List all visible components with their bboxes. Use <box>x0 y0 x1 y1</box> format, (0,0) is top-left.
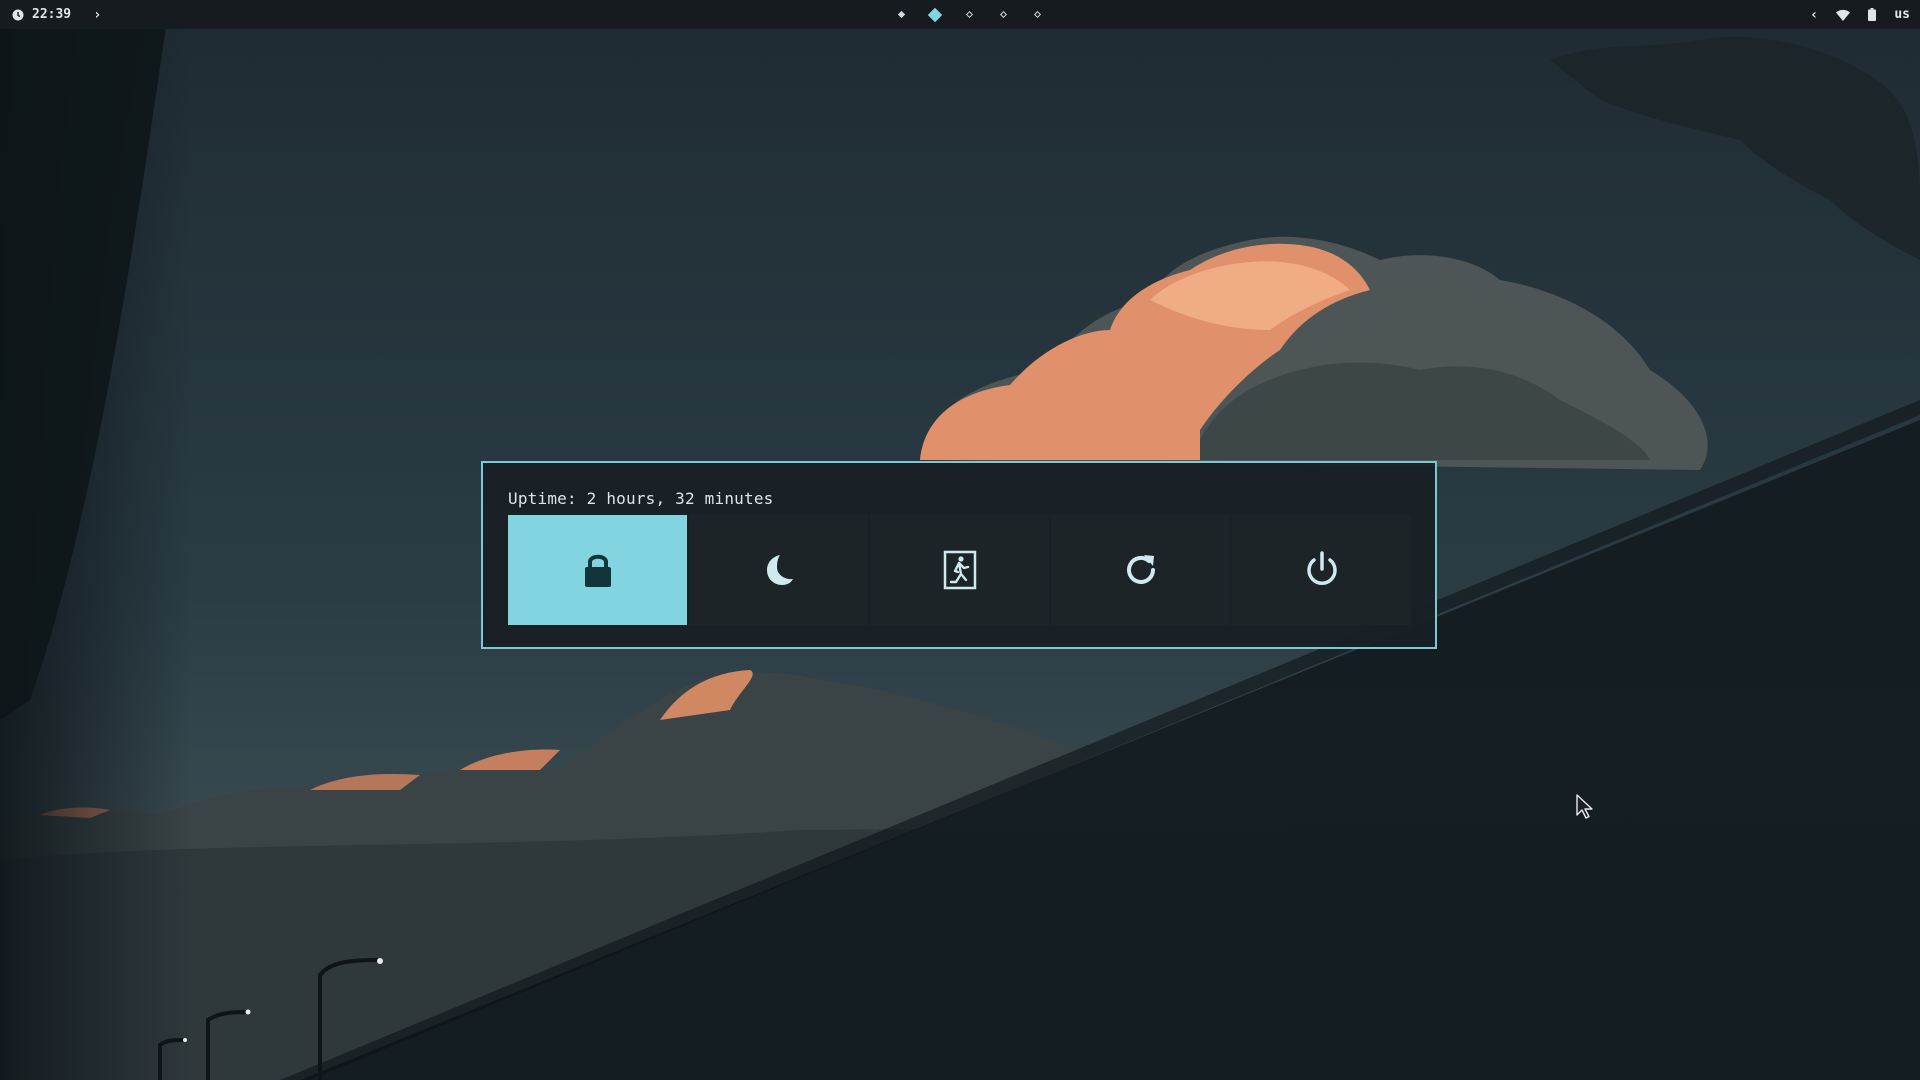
mouse-cursor-icon <box>1576 794 1593 819</box>
chevron-left-icon[interactable]: ‹ <box>1810 7 1818 23</box>
clock-widget[interactable]: 22:39 › <box>12 0 102 29</box>
lock-icon <box>584 554 611 587</box>
workspace-4[interactable] <box>986 0 1020 29</box>
workspace-indicator-icon <box>927 7 943 22</box>
lock-button[interactable] <box>508 515 687 625</box>
suspend-button[interactable] <box>689 515 868 625</box>
uptime-label: Uptime: 2 hours, 32 minutes <box>508 489 774 508</box>
power-icon <box>1306 551 1337 585</box>
workspace-5[interactable] <box>1020 0 1054 29</box>
workspace-indicator-icon <box>897 10 905 19</box>
battery-icon[interactable] <box>1868 8 1877 21</box>
moon-icon <box>766 555 793 585</box>
workspace-2[interactable] <box>918 0 952 29</box>
workspace-indicator-icon <box>1033 10 1041 19</box>
clock-time: 22:39 <box>32 7 72 22</box>
clock-icon <box>12 9 24 20</box>
keyboard-layout[interactable]: us <box>1894 7 1910 22</box>
wifi-icon[interactable] <box>1836 9 1851 21</box>
workspace-3[interactable] <box>952 0 986 29</box>
top-bar: 22:39 › ‹ us <box>0 0 1920 29</box>
restart-icon <box>1126 555 1155 584</box>
shutdown-button[interactable] <box>1232 515 1411 625</box>
power-button-row <box>508 515 1411 625</box>
workspace-indicator-icon <box>965 10 973 19</box>
workspace-switcher <box>884 0 1054 29</box>
power-menu: Uptime: 2 hours, 32 minutes <box>481 461 1437 649</box>
workspace-1[interactable] <box>884 0 918 29</box>
chevron-right-icon[interactable]: › <box>93 7 101 23</box>
logout-button[interactable] <box>870 515 1049 625</box>
restart-button[interactable] <box>1051 515 1230 625</box>
workspace-indicator-icon <box>999 10 1007 19</box>
logout-icon <box>943 550 976 590</box>
system-tray: ‹ us <box>1810 0 1910 29</box>
